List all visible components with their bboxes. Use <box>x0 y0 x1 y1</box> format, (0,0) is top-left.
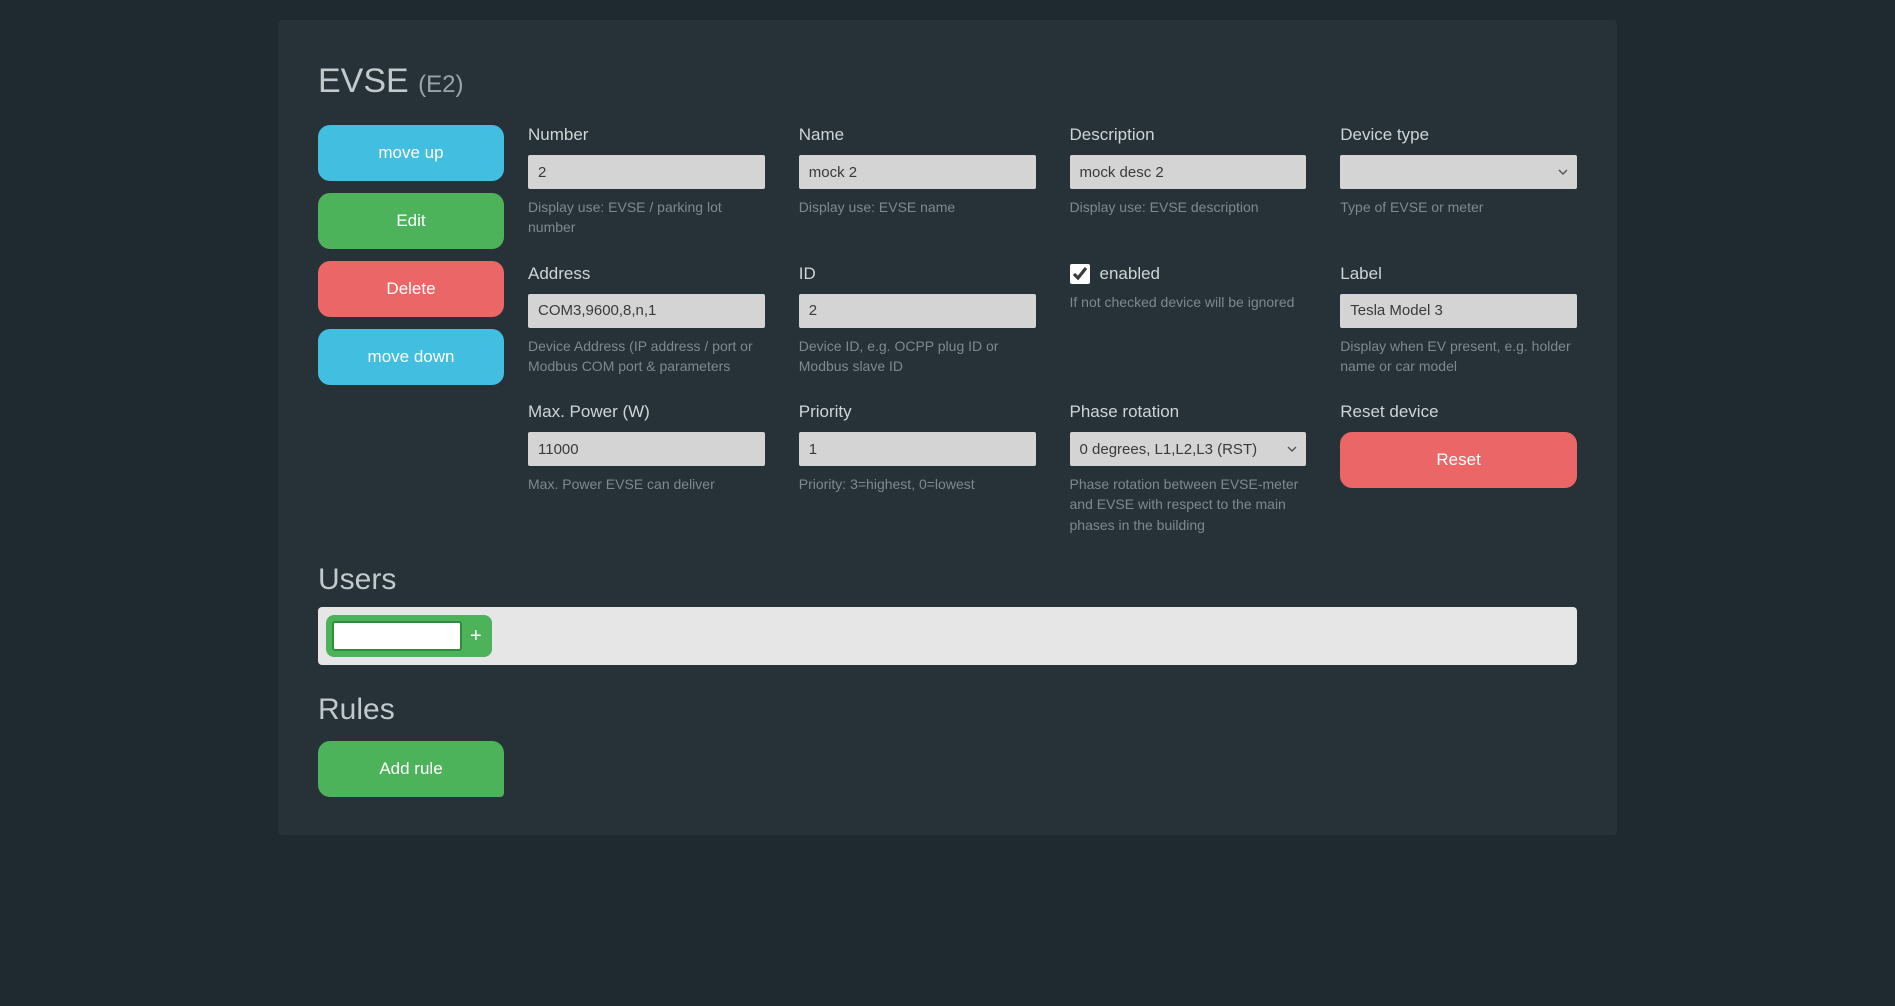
description-help: Display use: EVSE description <box>1070 197 1307 217</box>
priority-input[interactable] <box>799 432 1036 466</box>
number-help: Display use: EVSE / parking lot number <box>528 197 765 238</box>
device-type-select[interactable] <box>1340 155 1577 189</box>
field-phase-rotation: Phase rotation 0 degrees, L1,L2,L3 (RST)… <box>1070 402 1307 535</box>
max-power-input[interactable] <box>528 432 765 466</box>
phase-label: Phase rotation <box>1070 402 1307 422</box>
priority-label: Priority <box>799 402 1036 422</box>
max-power-help: Max. Power EVSE can deliver <box>528 474 765 494</box>
field-enabled: enabled If not checked device will be ig… <box>1070 264 1307 377</box>
field-name: Name Display use: EVSE name <box>799 125 1036 238</box>
field-id: ID Device ID, e.g. OCPP plug ID or Modbu… <box>799 264 1036 377</box>
reset-button[interactable]: Reset <box>1340 432 1577 488</box>
name-label: Name <box>799 125 1036 145</box>
priority-help: Priority: 3=highest, 0=lowest <box>799 474 1036 494</box>
field-description: Description Display use: EVSE descriptio… <box>1070 125 1307 238</box>
field-max-power: Max. Power (W) Max. Power EVSE can deliv… <box>528 402 765 535</box>
evse-card: EVSE (E2) move up Edit Delete move down … <box>278 20 1617 835</box>
enabled-checkbox[interactable] <box>1070 264 1090 284</box>
field-label: Label Display when EV present, e.g. hold… <box>1340 264 1577 377</box>
address-help: Device Address (IP address / port or Mod… <box>528 336 765 377</box>
number-label: Number <box>528 125 765 145</box>
description-label: Description <box>1070 125 1307 145</box>
device-type-label: Device type <box>1340 125 1577 145</box>
user-add-group: + <box>326 615 492 657</box>
side-actions: move up Edit Delete move down <box>318 125 504 535</box>
field-priority: Priority Priority: 3=highest, 0=lowest <box>799 402 1036 535</box>
id-help: Device ID, e.g. OCPP plug ID or Modbus s… <box>799 336 1036 377</box>
field-address: Address Device Address (IP address / por… <box>528 264 765 377</box>
page-title: EVSE (E2) <box>318 62 1577 101</box>
phase-select[interactable]: 0 degrees, L1,L2,L3 (RST) <box>1070 432 1307 466</box>
user-add-plus-icon[interactable]: + <box>466 625 486 648</box>
number-input[interactable] <box>528 155 765 189</box>
max-power-label: Max. Power (W) <box>528 402 765 422</box>
move-up-button[interactable]: move up <box>318 125 504 181</box>
labelfield-label: Label <box>1340 264 1577 284</box>
title-main: EVSE <box>318 62 409 100</box>
name-help: Display use: EVSE name <box>799 197 1036 217</box>
user-add-input[interactable] <box>332 621 462 651</box>
id-input[interactable] <box>799 294 1036 328</box>
id-label: ID <box>799 264 1036 284</box>
labelfield-input[interactable] <box>1340 294 1577 328</box>
enabled-help: If not checked device will be ignored <box>1070 292 1307 312</box>
users-heading: Users <box>318 563 1577 597</box>
name-input[interactable] <box>799 155 1036 189</box>
field-number: Number Display use: EVSE / parking lot n… <box>528 125 765 238</box>
field-device-type: Device type Type of EVSE or meter <box>1340 125 1577 238</box>
add-rule-button[interactable]: Add rule <box>318 741 504 797</box>
device-type-help: Type of EVSE or meter <box>1340 197 1577 217</box>
rules-heading: Rules <box>318 693 1577 727</box>
delete-button[interactable]: Delete <box>318 261 504 317</box>
phase-help: Phase rotation between EVSE-meter and EV… <box>1070 474 1307 535</box>
users-panel: + <box>318 607 1577 665</box>
reset-label: Reset device <box>1340 402 1577 422</box>
description-input[interactable] <box>1070 155 1307 189</box>
labelfield-help: Display when EV present, e.g. holder nam… <box>1340 336 1577 377</box>
address-label: Address <box>528 264 765 284</box>
title-sub: (E2) <box>418 71 463 98</box>
address-input[interactable] <box>528 294 765 328</box>
move-down-button[interactable]: move down <box>318 329 504 385</box>
edit-button[interactable]: Edit <box>318 193 504 249</box>
enabled-label: enabled <box>1100 264 1161 284</box>
field-reset-device: Reset device Reset <box>1340 402 1577 535</box>
